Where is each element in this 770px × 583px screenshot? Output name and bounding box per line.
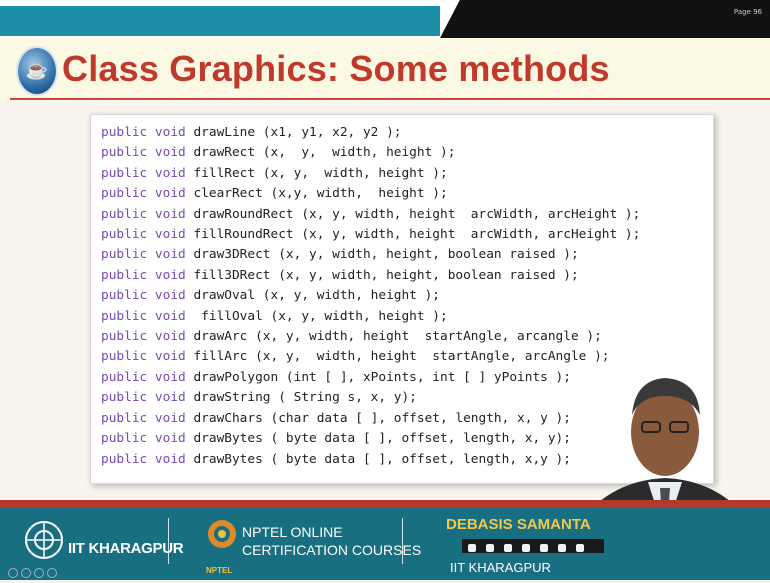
code-signature: drawString ( String s, x, y);	[185, 390, 417, 406]
nptel-logo-icon	[208, 520, 236, 548]
code-keyword: public void	[101, 390, 186, 406]
code-keyword: public void	[101, 267, 186, 283]
header-teal-bar	[0, 6, 440, 36]
java-logo-icon: ☕	[16, 46, 58, 96]
code-line: public void fill3DRect (x, y, width, hei…	[101, 266, 713, 286]
code-keyword: public void	[101, 247, 186, 263]
code-line: public void fillOval (x, y, width, heigh…	[101, 307, 713, 327]
code-signature: drawRoundRect (x, y, width, height arcWi…	[185, 206, 641, 222]
presenter-name: DEBASIS SAMANTA	[446, 516, 591, 533]
fullscreen-icon[interactable]	[47, 568, 57, 578]
annotation-toolbar[interactable]	[462, 539, 604, 553]
menu-icon[interactable]	[21, 568, 31, 578]
prev-slide-icon[interactable]	[8, 568, 18, 578]
code-signature: drawBytes ( byte data [ ], offset, lengt…	[185, 431, 571, 447]
next-slide-icon[interactable]	[34, 568, 44, 578]
code-keyword: public void	[101, 349, 186, 365]
nptel-line-1: NPTEL ONLINE	[242, 524, 343, 540]
code-signature: drawArc (x, y, width, height startAngle,…	[185, 329, 602, 345]
code-line: public void fillRect (x, y, width, heigh…	[101, 164, 713, 184]
page-number: Page 96	[733, 8, 762, 16]
footer-institute: IIT KHARAGPUR	[68, 540, 184, 557]
nptel-logo-text: NPTEL	[206, 566, 233, 575]
code-signature: drawLine (x1, y1, x2, y2 );	[185, 125, 402, 140]
code-signature: fillRect (x, y, width, height );	[185, 165, 448, 181]
code-keyword: public void	[101, 329, 186, 345]
code-keyword: public void	[101, 410, 186, 426]
pen-tool-icon[interactable]	[486, 544, 494, 552]
code-keyword: public void	[101, 145, 186, 161]
slide-nav[interactable]	[8, 565, 60, 583]
code-line: public void drawArc (x, y, width, height…	[101, 327, 713, 347]
code-signature: fill3DRect (x, y, width, height, boolean…	[185, 267, 579, 283]
code-line: public void clearRect (x,y, width, heigh…	[101, 184, 713, 204]
top-banner: Page 96	[0, 0, 770, 38]
code-line: public void drawOval (x, y, width, heigh…	[101, 286, 713, 306]
code-keyword: public void	[101, 125, 186, 140]
code-keyword: public void	[101, 227, 186, 243]
code-keyword: public void	[101, 451, 186, 467]
presenter-institute: IIT KHARAGPUR	[450, 560, 551, 575]
code-signature: drawChars (char data [ ], offset, length…	[185, 410, 571, 426]
code-signature: drawBytes ( byte data [ ], offset, lengt…	[185, 451, 571, 467]
code-keyword: public void	[101, 206, 186, 222]
iit-kharagpur-logo-icon	[25, 521, 63, 559]
code-keyword: public void	[101, 369, 186, 385]
color-tool-icon[interactable]	[576, 544, 584, 552]
code-signature: draw3DRect (x, y, width, height, boolean…	[185, 247, 579, 263]
clear-tool-icon[interactable]	[558, 544, 566, 552]
code-keyword: public void	[101, 308, 186, 324]
title-divider	[10, 98, 770, 100]
nptel-line-2: CERTIFICATION COURSES	[242, 542, 422, 558]
shape-tool-icon[interactable]	[540, 544, 548, 552]
code-line: public void fillRoundRect (x, y, width, …	[101, 225, 713, 245]
slide-title: Class Graphics: Some methods	[62, 48, 610, 89]
header-black-bar	[440, 0, 770, 38]
code-keyword: public void	[101, 431, 186, 447]
code-signature: fillOval (x, y, width, height );	[185, 308, 448, 324]
code-keyword: public void	[101, 165, 186, 181]
code-keyword: public void	[101, 186, 186, 202]
eraser-tool-icon[interactable]	[522, 544, 530, 552]
code-signature: drawOval (x, y, width, height );	[185, 288, 440, 304]
highlighter-tool-icon[interactable]	[504, 544, 512, 552]
code-signature: fillArc (x, y, width, height startAngle,…	[185, 349, 610, 365]
code-signature: drawRect (x, y, width, height );	[185, 145, 456, 161]
code-line: public void draw3DRect (x, y, width, hei…	[101, 245, 713, 265]
code-signature: drawPolygon (int [ ], xPoints, int [ ] y…	[185, 369, 571, 385]
code-line: public void drawRoundRect (x, y, width, …	[101, 205, 713, 225]
pointer-tool-icon[interactable]	[468, 544, 476, 552]
code-line: public void drawRect (x, y, width, heigh…	[101, 143, 713, 163]
code-line: public void drawLine (x1, y1, x2, y2 );	[101, 123, 713, 143]
code-signature: clearRect (x,y, width, height );	[185, 186, 448, 202]
code-keyword: public void	[101, 288, 186, 304]
code-signature: fillRoundRect (x, y, width, height arcWi…	[185, 227, 641, 243]
